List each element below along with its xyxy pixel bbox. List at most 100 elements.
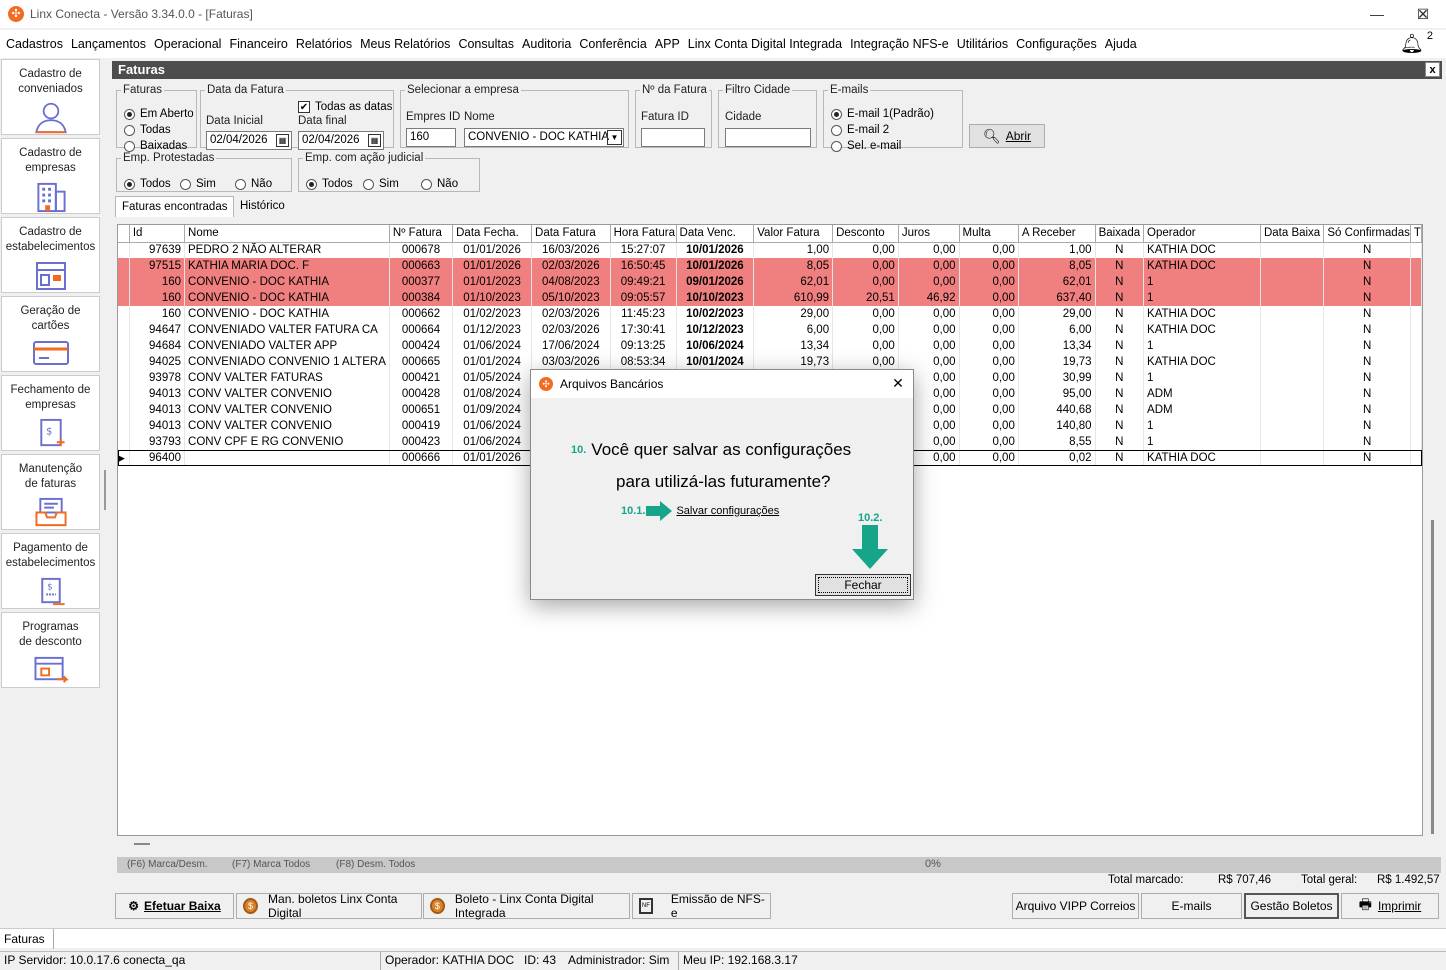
minimize-button[interactable]: — — [1354, 0, 1400, 28]
salvar-configuracoes-link[interactable]: Salvar configurações — [676, 505, 779, 517]
menu-app[interactable]: APP — [655, 37, 680, 51]
radio-protestadas-nao[interactable]: Não — [235, 178, 272, 190]
vertical-scrollbar[interactable] — [1424, 224, 1442, 836]
emails-button[interactable]: E-mails — [1141, 893, 1242, 919]
menu-lancamentos[interactable]: Lançamentos — [71, 37, 146, 51]
menu-meus-relatorios[interactable]: Meus Relatórios — [360, 37, 450, 51]
col-operador[interactable]: Operador — [1143, 225, 1261, 243]
window-tab-faturas[interactable]: Faturas — [0, 929, 54, 949]
menu-auditoria[interactable]: Auditoria — [522, 37, 571, 51]
sidebar-item-pagamento[interactable]: Pagamento de estabelecimentos $ — [1, 533, 100, 609]
col-t[interactable]: T — [1410, 225, 1422, 243]
imprimir-button[interactable]: 🖶 Imprimir — [1341, 893, 1439, 919]
col-so-confirmadas[interactable]: Só Confirmadas — [1323, 225, 1411, 243]
menu-relatorios[interactable]: Relatórios — [296, 37, 352, 51]
gestao-boletos-button[interactable]: Gestão Boletos — [1244, 893, 1339, 919]
radio-judicial-todos[interactable]: Todos — [306, 178, 353, 190]
col-data-fatura[interactable]: Data Fatura — [531, 225, 611, 243]
menu-utilitarios[interactable]: Utilitários — [957, 37, 1008, 51]
col-desconto[interactable]: Desconto — [832, 225, 899, 243]
radio-email-2[interactable]: E-mail 2 — [831, 124, 889, 136]
table-cell: 15:27:07 — [610, 242, 677, 258]
menu-conferencia[interactable]: Conferência — [579, 37, 646, 51]
data-final-input[interactable]: 02/04/2026 ▦ — [298, 131, 384, 150]
man-boletos-button[interactable]: $ Man. boletos Linx Conta Digital — [236, 892, 422, 920]
calendar-icon[interactable]: ▦ — [276, 134, 289, 147]
dialog-close-icon[interactable]: ✕ — [889, 374, 907, 392]
menu-configuracoes[interactable]: Configurações — [1016, 37, 1097, 51]
radio-todas[interactable]: Todas — [124, 124, 171, 136]
sidebar-item-estabelecimentos[interactable]: Cadastro de estabelecimentos — [1, 217, 100, 293]
table-cell: 1 — [1143, 290, 1261, 306]
sidebar-item-conveniados[interactable]: Cadastro de conveniados — [1, 59, 100, 135]
table-row[interactable]: 160 CONVENIO - DOC KATHIA 000384 01/10/2023… — [118, 290, 1422, 306]
col-hora-fatura[interactable]: Hora Fatura — [610, 225, 677, 243]
radio-email-1[interactable]: E-mail 1(Padrão) — [831, 108, 934, 120]
tab-faturas-encontradas[interactable]: Faturas encontradas — [115, 196, 235, 217]
col-nome[interactable]: Nome — [184, 225, 390, 243]
col-id[interactable]: Id — [129, 225, 186, 243]
col-nfatura[interactable]: Nº Fatura — [389, 225, 454, 243]
scroll-thumb[interactable] — [1431, 520, 1434, 834]
menu-cadastros[interactable]: Cadastros — [6, 37, 63, 51]
chevron-down-icon[interactable]: ▼ — [607, 130, 622, 145]
todas-datas-checkbox[interactable]: ✔ Todas as datas — [298, 101, 392, 113]
col-juros[interactable]: Juros — [898, 225, 960, 243]
radio-judicial-sim[interactable]: Sim — [363, 178, 399, 190]
radio-baixadas[interactable]: Baixadas — [124, 140, 187, 152]
table-row[interactable]: 97515 KATHIA MARIA DOC. F 000663 01/01/2026… — [118, 258, 1422, 274]
sidebar-item-programas-desconto[interactable]: Programas de desconto — [1, 612, 100, 688]
close-window-button[interactable]: ✕ — [1400, 0, 1446, 28]
table-cell: N — [1323, 258, 1411, 274]
table-row[interactable]: 160 CONVENIO - DOC KATHIA 000377 01/01/2023… — [118, 274, 1422, 290]
menu-linx-conta-digital[interactable]: Linx Conta Digital Integrada — [688, 37, 842, 51]
radio-em-aberto[interactable]: Em Aberto — [124, 108, 194, 120]
menu-consultas[interactable]: Consultas — [458, 37, 514, 51]
arquivo-vipp-button[interactable]: Arquivo VIPP Correios — [1012, 893, 1139, 919]
calendar-icon[interactable]: ▦ — [368, 134, 381, 147]
menu-ajuda[interactable]: Ajuda — [1105, 37, 1137, 51]
emissao-nfse-button[interactable]: NF Emissão de NFS-e — [632, 892, 771, 920]
sidebar-item-fechamento[interactable]: Fechamento de empresas $ — [1, 375, 100, 451]
table-row[interactable]: 94647 CONVENIADO VALTER FATURA CA 000664 01… — [118, 322, 1422, 338]
col-data-baixa[interactable]: Data Baixa — [1260, 225, 1325, 243]
fechar-button[interactable]: Fechar — [815, 574, 911, 596]
data-inicial-input[interactable]: 02/04/2026 ▦ — [206, 131, 292, 150]
col-a-receber[interactable]: A Receber — [1018, 225, 1096, 243]
efetuar-baixa-button[interactable]: ⚙ Efetuar Baixa — [115, 893, 234, 919]
sidebar-item-manutencao-faturas[interactable]: Manutenção de faturas — [1, 454, 100, 530]
table-cell: 96400 — [129, 450, 186, 466]
radio-judicial-nao[interactable]: Não — [421, 178, 458, 190]
panel-close-button[interactable]: x — [1425, 62, 1440, 77]
col-data-fecha[interactable]: Data Fecha. — [452, 225, 533, 243]
radio-protestadas-todos[interactable]: Todos — [124, 178, 171, 190]
sidebar-item-cartoes[interactable]: Geração de cartões — [1, 296, 100, 372]
table-row[interactable]: 97639 PEDRO 2 NÃO ALTERAR 000678 01/01/2026… — [118, 242, 1422, 258]
radio-sel-email[interactable]: Sel. e-mail — [831, 140, 901, 152]
radio-protestadas-sim[interactable]: Sim — [180, 178, 216, 190]
tab-historico[interactable]: Histórico — [234, 196, 291, 217]
table-row[interactable]: 94025 CONVENIADO CONVENIO 1 ALTERA 000665 0… — [118, 354, 1422, 370]
col-valor-fatura[interactable]: Valor Fatura — [753, 225, 834, 243]
col-baixada[interactable]: Baixada — [1095, 225, 1145, 243]
horizontal-scroll-thumb[interactable] — [134, 843, 150, 845]
empresa-id-input[interactable]: 160 — [406, 128, 456, 147]
col-multa[interactable]: Multa — [959, 225, 1019, 243]
sidebar-item-empresas[interactable]: Cadastro de empresas — [1, 138, 100, 214]
table-row[interactable]: 160 CONVENIO - DOC KATHIA 000662 01/02/2023… — [118, 306, 1422, 322]
empresa-nome-select[interactable]: CONVENIO - DOC KATHIA ▼ — [464, 128, 624, 147]
boleto-button[interactable]: $ Boleto - Linx Conta Digital Integrada — [423, 892, 630, 920]
menu-operacional[interactable]: Operacional — [154, 37, 221, 51]
bell-icon[interactable]: 🔔︎ — [1400, 32, 1424, 56]
table-cell: 20,51 — [832, 290, 899, 306]
abrir-button[interactable]: 🔍︎ Abrir — [969, 124, 1045, 148]
menu-financeiro[interactable]: Financeiro — [229, 37, 287, 51]
table-cell: 000419 — [389, 418, 454, 434]
sidebar-splitter[interactable] — [104, 470, 106, 510]
table-row[interactable]: 94684 CONVENIADO VALTER APP 000424 01/06/20… — [118, 338, 1422, 354]
menu-integracao-nfse[interactable]: Integração NFS-e — [850, 37, 949, 51]
cidade-input[interactable] — [725, 128, 811, 147]
table-cell — [1260, 386, 1325, 402]
col-data-venc[interactable]: Data Venc. — [676, 225, 755, 243]
fatura-id-input[interactable] — [641, 128, 705, 147]
